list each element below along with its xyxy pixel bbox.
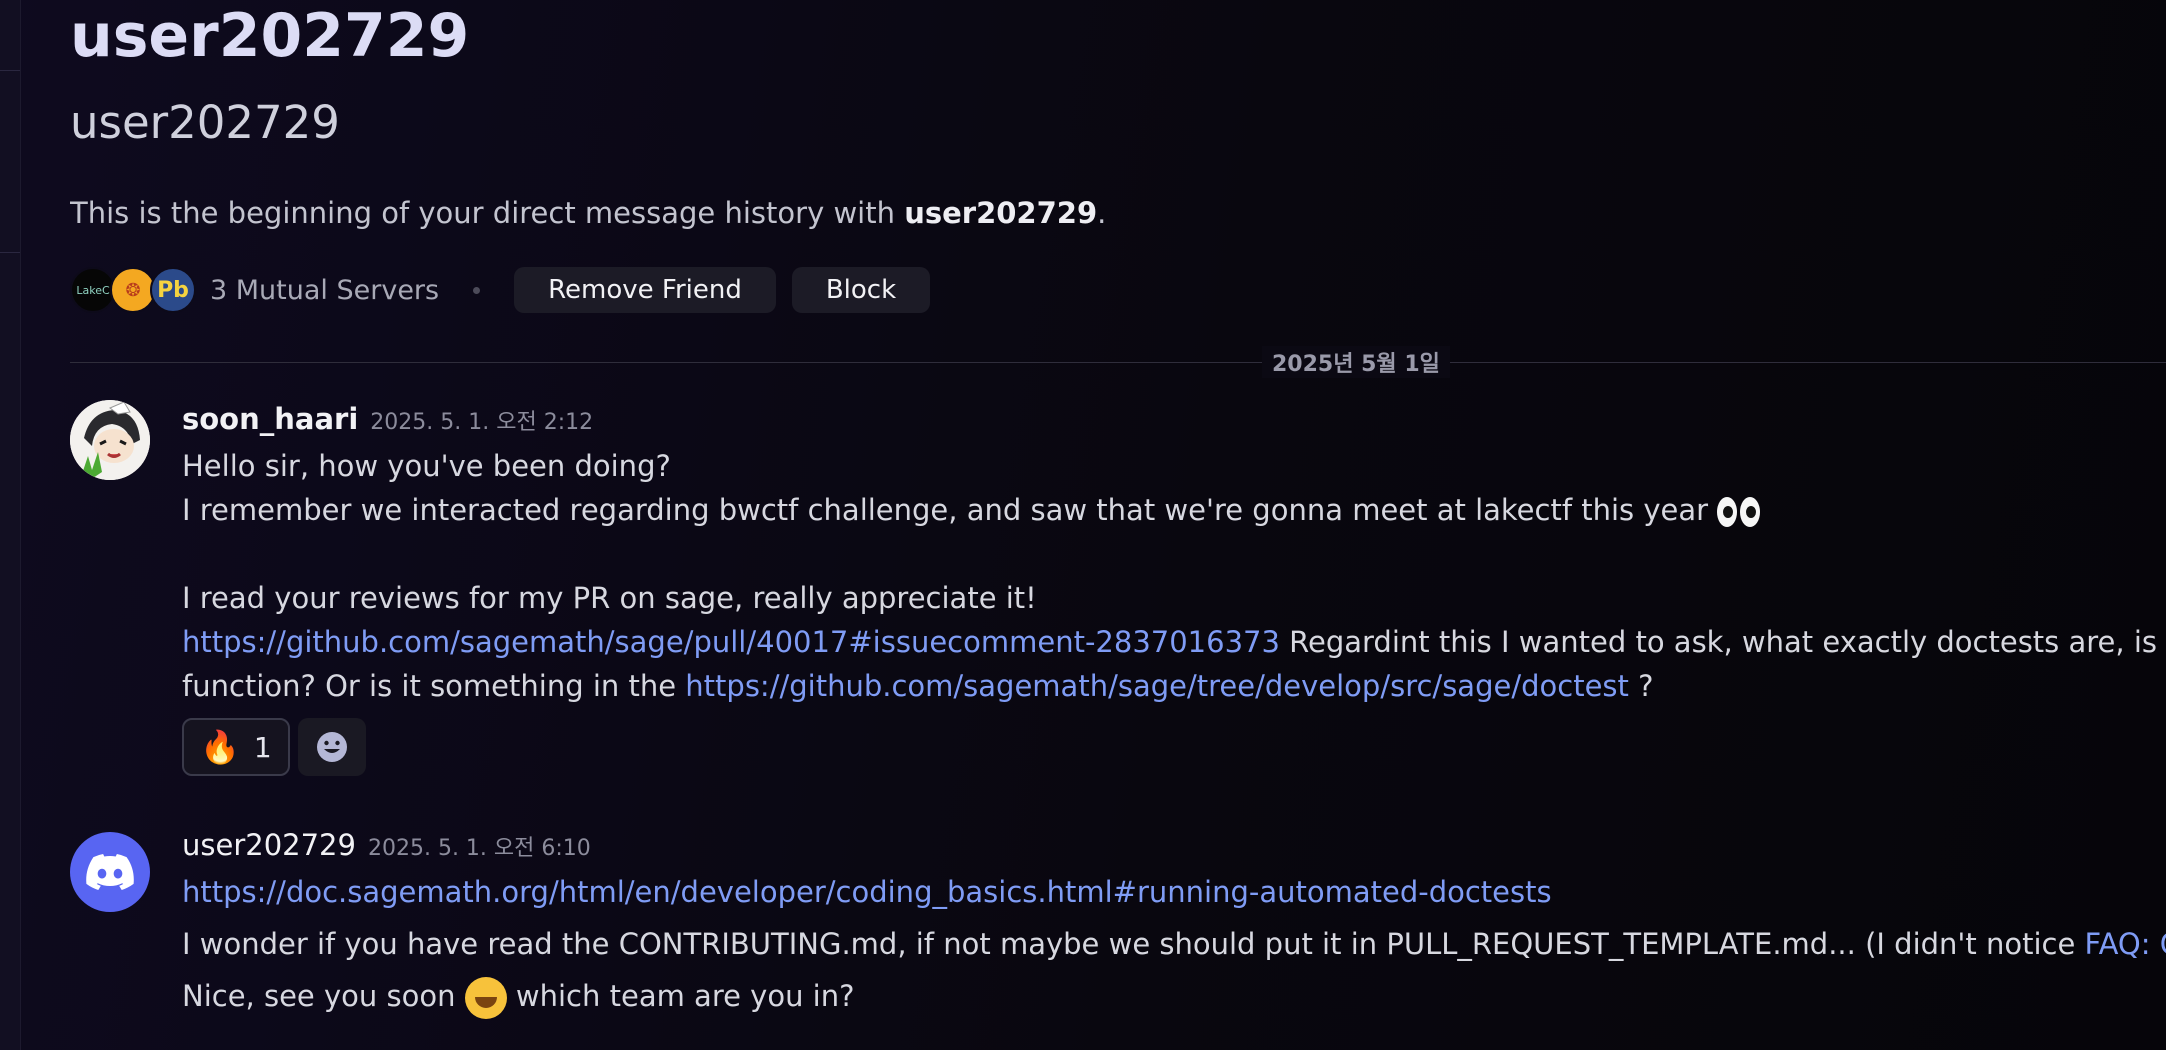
pr-comment-link[interactable]: https://github.com/sagemath/sage/pull/40…	[182, 625, 1280, 659]
reaction-count: 1	[253, 730, 272, 764]
message-line: function? Or is it something in the http…	[182, 666, 1654, 706]
message-header: user202729 2025. 5. 1. 오전 6:10	[182, 828, 591, 862]
message-author[interactable]: user202729	[182, 828, 356, 862]
message-line: https://github.com/sagemath/sage/pull/40…	[182, 622, 2166, 662]
discord-logo-icon	[86, 854, 134, 890]
avatar[interactable]	[70, 832, 150, 912]
remove-friend-button[interactable]: Remove Friend	[514, 267, 776, 313]
fire-emoji-icon: 🔥	[200, 728, 240, 766]
message-text: Nice, see you soon	[182, 979, 465, 1013]
dm-intro-text: This is the beginning of your direct mes…	[70, 196, 1106, 230]
pb-server-icon[interactable]: Pb	[150, 267, 196, 313]
message-line: I remember we interacted regarding bwctf…	[182, 490, 1761, 530]
intro-username: user202729	[904, 196, 1098, 230]
message-text: ?	[1628, 669, 1654, 703]
server-rail	[0, 0, 21, 1050]
message-line: I wonder if you have read the CONTRIBUTI…	[182, 924, 2166, 964]
message-line: https://doc.sagemath.org/html/en/develop…	[182, 872, 1552, 912]
message-text: Regardint this I wanted to ask, what exa…	[1289, 625, 2166, 659]
message-text: which team are you in?	[506, 979, 855, 1013]
dm-content: user202729 user202729 This is the beginn…	[70, 0, 2166, 1050]
doctest-tree-link[interactable]: https://github.com/sagemath/sage/tree/de…	[685, 669, 1629, 703]
profile-display-name: user202729	[70, 1, 470, 71]
message-author[interactable]: soon_haari	[182, 402, 358, 436]
message-line: Nice, see you soon which team are you in…	[182, 976, 855, 1019]
rail-divider	[0, 70, 20, 71]
message-header: soon_haari 2025. 5. 1. 오전 2:12	[182, 402, 593, 436]
separator-dot	[473, 286, 481, 294]
rail-divider	[0, 252, 20, 253]
mutual-servers-row: LakeC ❂ Pb 3 Mutual Servers Remove Frien…	[70, 265, 946, 315]
anime-avatar-icon	[70, 400, 150, 480]
message-timestamp: 2025. 5. 1. 오전 2:12	[370, 410, 594, 435]
reaction-fire[interactable]: 🔥 1	[182, 718, 290, 776]
date-divider-label: 2025년 5월 1일	[1262, 346, 1450, 378]
faq-contributing-link[interactable]: FAQ: Contribut	[2085, 927, 2166, 961]
add-reaction-button[interactable]	[297, 718, 366, 776]
message-text: function? Or is it something in the	[182, 669, 686, 703]
intro-prefix: This is the beginning of your direct mes…	[70, 196, 905, 230]
message-timestamp: 2025. 5. 1. 오전 6:10	[367, 836, 591, 861]
message-line: Hello sir, how you've been doing?	[182, 449, 671, 483]
message-text: I wonder if you have read the CONTRIBUTI…	[182, 927, 2085, 961]
profile-username: user202729	[70, 96, 340, 149]
block-button[interactable]: Block	[791, 267, 931, 313]
reactions-bar: 🔥 1	[182, 718, 366, 776]
eyes-emoji-icon	[1717, 497, 1761, 527]
smiley-icon	[316, 732, 347, 762]
avatar[interactable]	[70, 400, 150, 480]
mutual-servers-link[interactable]: 3 Mutual Servers	[210, 275, 439, 306]
intro-suffix: .	[1097, 196, 1107, 230]
grin-emoji-icon	[464, 977, 507, 1019]
message-text: I remember we interacted regarding bwctf…	[182, 493, 1718, 527]
message-line: I read your reviews for my PR on sage, r…	[182, 581, 1037, 615]
doctest-docs-link[interactable]: https://doc.sagemath.org/html/en/develop…	[182, 875, 1552, 909]
date-divider-line	[70, 362, 2166, 363]
